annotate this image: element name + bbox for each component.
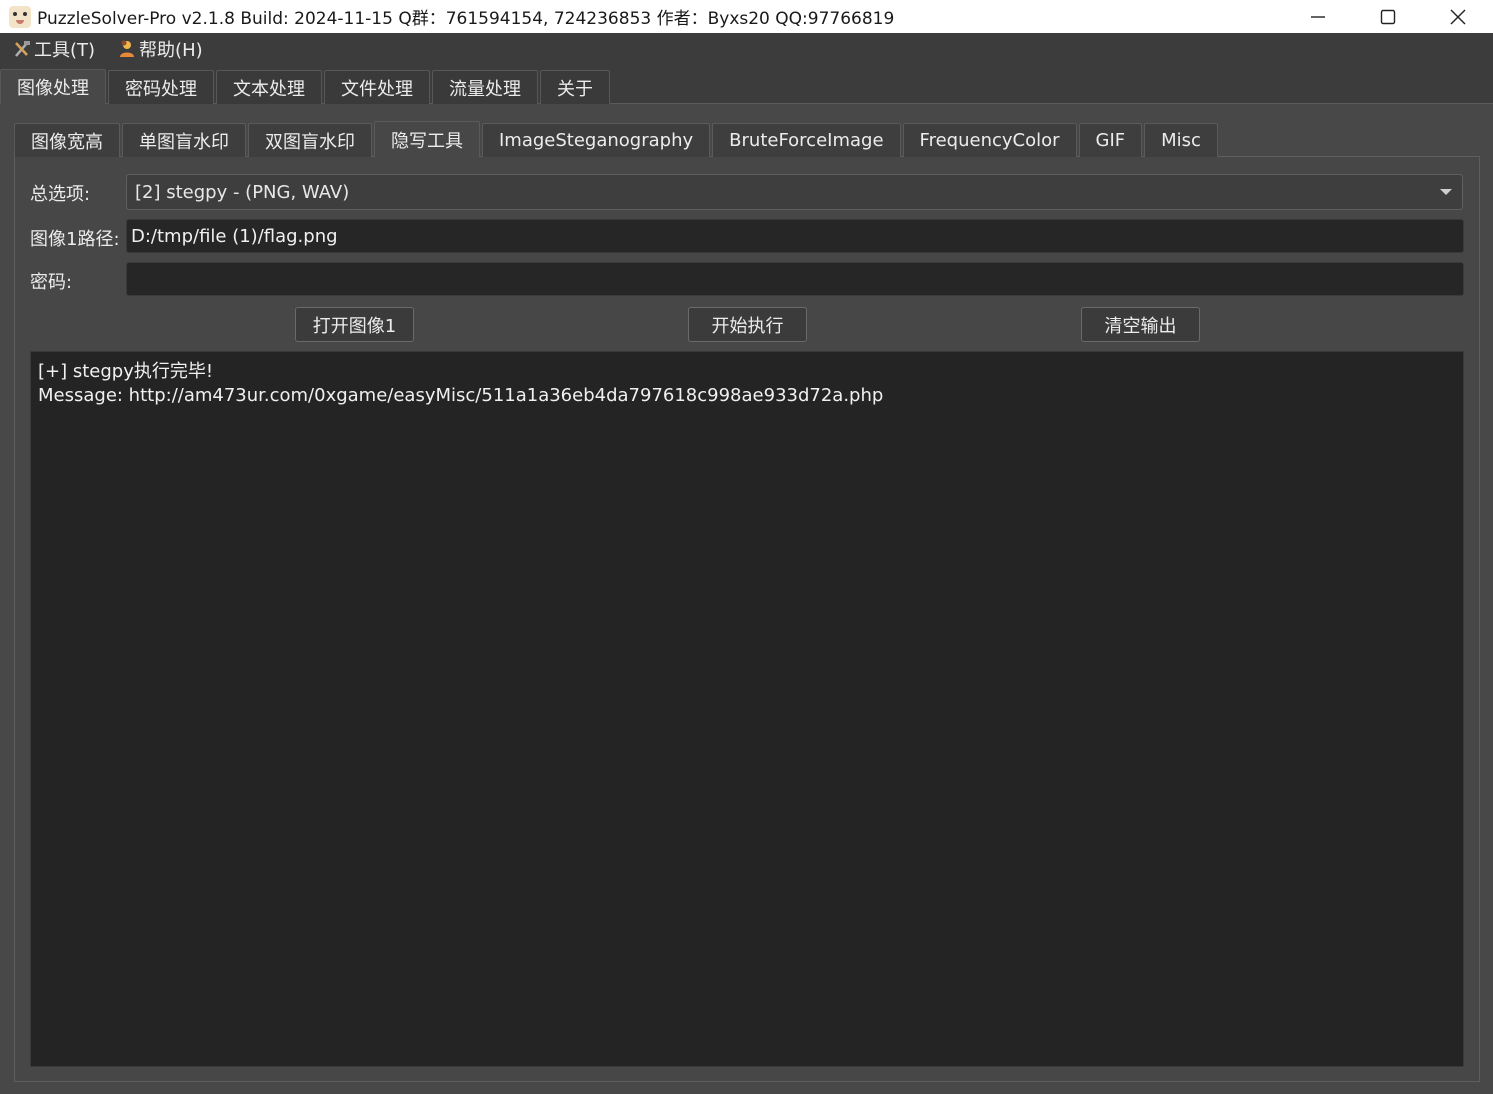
menu-help[interactable]: 帮助(H) [117,36,203,62]
close-icon [1450,9,1466,24]
person-icon [117,39,137,59]
tab-text-processing[interactable]: 文本处理 [216,70,322,104]
tab-traffic-processing[interactable]: 流量处理 [432,70,538,104]
option-select[interactable]: [2] stegpy - (PNG, WAV) [126,174,1463,210]
password-label: 密码: [30,272,73,293]
tab-about[interactable]: 关于 [540,70,610,104]
open-image-button[interactable]: 打开图像1 [295,307,414,342]
output-textarea[interactable]: [+] stegpy执行完毕! Message: http://am473ur.… [30,351,1464,1067]
tab-file-processing[interactable]: 文件处理 [324,70,430,104]
menu-tools[interactable]: 工具(T) [12,36,95,62]
window-controls [1283,0,1493,33]
execute-button[interactable]: 开始执行 [688,307,807,342]
option-select-value: [2] stegpy - (PNG, WAV) [135,181,350,203]
image1-path-label: 图像1路径: [30,229,120,250]
subtab-brute-force-image[interactable]: BruteForceImage [712,123,901,157]
tab-crypto-processing[interactable]: 密码处理 [108,70,214,104]
subtab-image-size[interactable]: 图像宽高 [14,123,120,157]
subtab-image-steganography[interactable]: ImageSteganography [482,123,711,157]
menu-bar: 工具(T) 帮助(H) [0,33,1493,65]
option-label: 总选项: [30,184,91,205]
sheep-face-icon [9,5,31,28]
title-bar: PuzzleSolver-Pro v2.1.8 Build: 2024-11-1… [0,0,1493,33]
close-button[interactable] [1423,0,1493,33]
subtab-stego-tools[interactable]: 隐写工具 [374,121,480,157]
subtab-frequency-color[interactable]: FrequencyColor [902,123,1077,157]
maximize-button[interactable] [1353,0,1423,33]
output-line: Message: http://am473ur.com/0xgame/easyM… [38,385,884,406]
chevron-down-icon [1440,189,1452,195]
maximize-icon [1380,9,1396,24]
subtab-misc[interactable]: Misc [1144,123,1218,157]
password-input[interactable] [126,262,1464,296]
subtab-gif[interactable]: GIF [1078,123,1143,157]
minimize-icon [1311,15,1325,18]
tools-icon [12,39,32,59]
menu-tools-label: 工具(T) [34,40,96,61]
output-line: [+] stegpy执行完毕! [38,361,214,382]
minimize-button[interactable] [1283,0,1353,33]
menu-help-label: 帮助(H) [139,40,203,61]
sub-tab-bar: 图像宽高 单图盲水印 双图盲水印 隐写工具 ImageSteganography… [14,121,1220,157]
image1-path-input[interactable] [126,219,1464,253]
subtab-single-watermark[interactable]: 单图盲水印 [122,123,246,157]
top-tab-bar: 图像处理 密码处理 文本处理 文件处理 流量处理 关于 [0,69,612,104]
tab-image-processing[interactable]: 图像处理 [0,69,106,104]
clear-output-button[interactable]: 清空输出 [1081,307,1200,342]
window-title: PuzzleSolver-Pro v2.1.8 Build: 2024-11-1… [37,9,895,29]
subtab-dual-watermark[interactable]: 双图盲水印 [248,123,372,157]
